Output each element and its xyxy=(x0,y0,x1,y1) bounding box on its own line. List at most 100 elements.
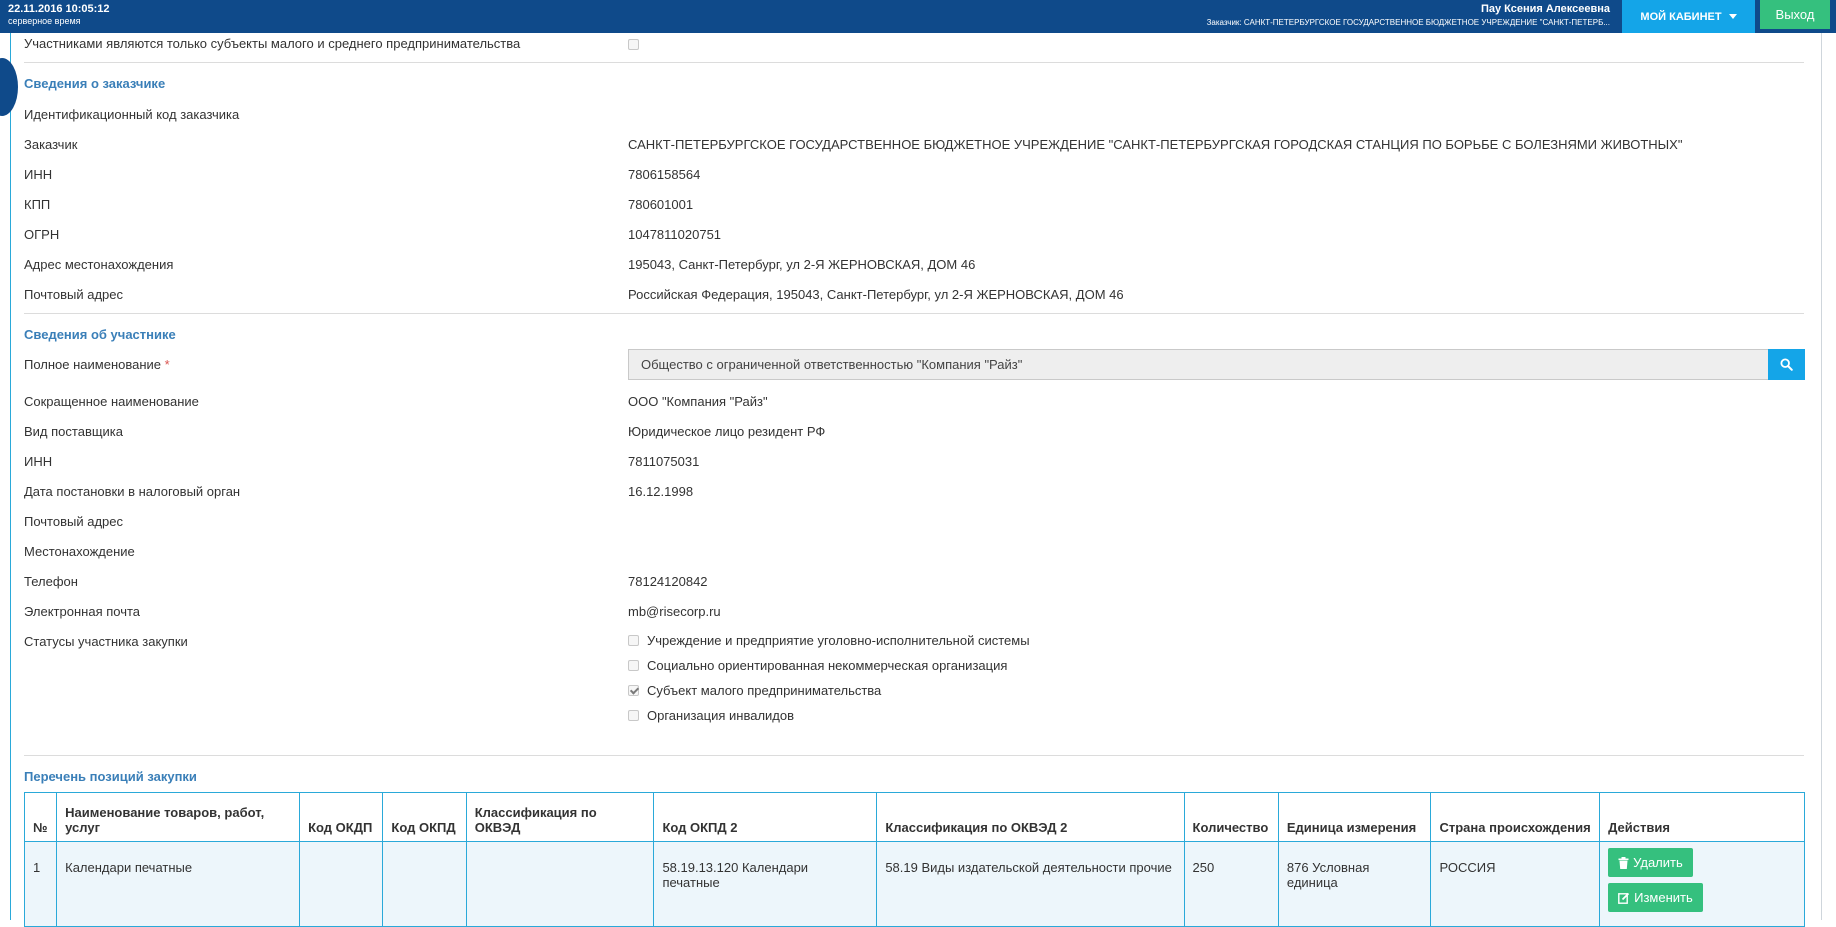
column-header: Наименование товаров, работ, услуг xyxy=(56,792,301,842)
row-actions: Удалить Изменить xyxy=(1599,841,1805,927)
frame-left-border xyxy=(10,33,11,920)
customer-inn-value: 7806158564 xyxy=(628,167,701,182)
column-header: Классификация по ОКВЭД xyxy=(465,792,655,842)
search-icon xyxy=(1780,358,1793,371)
customer-kpp-label: КПП xyxy=(24,197,51,212)
user-name: Пау Ксения Алексеевна xyxy=(1480,3,1610,15)
sme-only-checkbox[interactable] xyxy=(628,36,639,51)
search-button[interactable] xyxy=(1768,349,1805,380)
delete-label: Удалить xyxy=(1633,855,1683,870)
status-checkbox[interactable] xyxy=(628,635,639,646)
column-header: Код ОКПД 2 xyxy=(653,792,878,842)
row-okved xyxy=(465,841,655,927)
column-header: Классификация по ОКВЭД 2 xyxy=(876,792,1185,842)
customer-kpp-value: 780601001 xyxy=(628,197,694,212)
statuses-label: Статусы участника закупки xyxy=(24,634,188,649)
section-marker xyxy=(0,58,18,116)
row-okpd2: 58.19.13.120 Календари печатные xyxy=(653,841,878,927)
status-checkbox[interactable] xyxy=(628,660,639,671)
delete-button[interactable]: Удалить xyxy=(1608,848,1693,877)
row-name: Календари печатные xyxy=(56,841,301,927)
my-cabinet-button[interactable]: МОЙ КАБИНЕТ xyxy=(1622,0,1755,33)
row-country: РОССИЯ xyxy=(1430,841,1601,927)
customer-inn-label: ИНН xyxy=(24,167,53,182)
status-option[interactable]: Социально ориентированная некоммерческая… xyxy=(628,658,1007,673)
frame-right-border xyxy=(1821,33,1822,920)
table-row: 1 Календари печатные 58.19.13.120 Календ… xyxy=(23,841,1805,927)
server-datetime: 22.11.2016 10:05:12 xyxy=(8,3,110,15)
status-option[interactable]: Организация инвалидов xyxy=(628,708,794,723)
status-option[interactable]: Субъект малого предпринимательства xyxy=(628,683,881,698)
full-name-label-text: Полное наименование xyxy=(24,357,162,372)
column-header: Действия xyxy=(1599,792,1805,842)
status-option-label: Субъект малого предпринимательства xyxy=(647,683,882,698)
customer-name-value: САНКТ-ПЕТЕРБУРГСКОЕ ГОСУДАРСТВЕННОЕ БЮДЖ… xyxy=(628,137,1683,152)
email-value: mb@risecorp.ru xyxy=(628,604,721,619)
divider xyxy=(24,755,1804,756)
supplier-type-value: Юридическое лицо резидент РФ xyxy=(628,424,826,439)
supplier-type-label: Вид поставщика xyxy=(24,424,124,439)
required-mark: * xyxy=(164,357,170,372)
edit-label: Изменить xyxy=(1634,890,1693,905)
status-option-label: Учреждение и предприятие уголовно-исполн… xyxy=(647,633,1030,648)
row-okdp xyxy=(299,841,384,927)
row-quantity: 250 xyxy=(1183,841,1279,927)
participant-location-label: Местонахождение xyxy=(24,544,135,559)
full-name-label: Полное наименование * xyxy=(24,357,170,372)
sme-only-label: Участниками являются только субъекты мал… xyxy=(24,36,521,51)
user-info: Пау Ксения Алексеевна Заказчик: САНКТ-ПЕ… xyxy=(1207,3,1610,29)
status-option[interactable]: Учреждение и предприятие уголовно-исполн… xyxy=(628,633,1030,648)
status-checkbox[interactable] xyxy=(628,710,639,721)
customer-location-value: 195043, Санкт-Петербург, ул 2-Я ЖЕРНОВСК… xyxy=(628,257,976,272)
participant-inn-value: 7811075031 xyxy=(628,454,700,469)
table-header-row: № Наименование товаров, работ, услуг Код… xyxy=(23,792,1805,842)
column-header: Код ОКДП xyxy=(299,792,384,842)
positions-section-title: Перечень позиций закупки xyxy=(24,769,197,784)
customer-location-label: Адрес местонахождения xyxy=(24,257,174,272)
participant-inn-label: ИНН xyxy=(24,454,53,469)
status-option-label: Социально ориентированная некоммерческая… xyxy=(647,658,1008,673)
column-header: Страна происхождения xyxy=(1430,792,1601,842)
participant-postal-label: Почтовый адрес xyxy=(24,514,123,529)
phone-label: Телефон xyxy=(24,574,78,589)
trash-icon xyxy=(1618,856,1629,869)
server-clock: 22.11.2016 10:05:12 серверное время xyxy=(8,3,110,27)
caret-down-icon xyxy=(1728,14,1737,19)
edit-icon xyxy=(1618,892,1630,904)
customer-ogrn-label: ОГРН xyxy=(24,227,60,242)
email-label: Электронная почта xyxy=(24,604,141,619)
full-name-field[interactable]: Общество с ограниченной ответственностью… xyxy=(628,349,1769,380)
divider xyxy=(24,313,1804,314)
edit-button[interactable]: Изменить xyxy=(1608,883,1703,912)
participant-section-title: Сведения об участнике xyxy=(24,327,176,342)
column-header: № xyxy=(23,792,58,842)
customer-id-code-label: Идентификационный код заказчика xyxy=(24,107,240,122)
row-unit: 876 Условная единица xyxy=(1277,841,1432,927)
customer-org-line: Заказчик: САНКТ-ПЕТЕРБУРГСКОЕ ГОСУДАРСТВ… xyxy=(1206,18,1610,27)
full-name-value: Общество с ограниченной ответственностью… xyxy=(641,357,1023,372)
tax-registration-date-value: 16.12.1998 xyxy=(628,484,694,499)
short-name-label: Сокращенное наименование xyxy=(24,394,199,409)
customer-postal-label: Почтовый адрес xyxy=(24,287,123,302)
status-checkbox[interactable] xyxy=(628,685,639,696)
my-cabinet-label: МОЙ КАБИНЕТ xyxy=(1640,10,1722,23)
row-number: 1 xyxy=(23,841,58,927)
customer-name-label: Заказчик xyxy=(24,137,78,152)
top-bar: 22.11.2016 10:05:12 серверное время Пау … xyxy=(0,0,1836,33)
column-header: Единица измерения xyxy=(1277,792,1432,842)
customer-section-title: Сведения о заказчике xyxy=(24,76,166,91)
phone-value: 78124120842 xyxy=(628,574,708,589)
server-time-note: серверное время xyxy=(8,16,81,26)
row-okved2: 58.19 Виды издательской деятельности про… xyxy=(876,841,1185,927)
positions-table: № Наименование товаров, работ, услуг Код… xyxy=(23,792,1805,927)
customer-ogrn-value: 1047811020751 xyxy=(628,227,722,242)
status-option-label: Организация инвалидов xyxy=(647,708,795,723)
tax-registration-date-label: Дата постановки в налоговый орган xyxy=(24,484,241,499)
customer-postal-value: Российская Федерация, 195043, Санкт-Пете… xyxy=(628,287,1124,302)
divider xyxy=(24,62,1804,63)
column-header: Количество xyxy=(1183,792,1279,842)
short-name-value: ООО "Компания "Райз" xyxy=(628,394,768,409)
column-header: Код ОКПД xyxy=(382,792,467,842)
exit-button[interactable]: Выход xyxy=(1760,0,1830,29)
row-okpd xyxy=(382,841,467,927)
